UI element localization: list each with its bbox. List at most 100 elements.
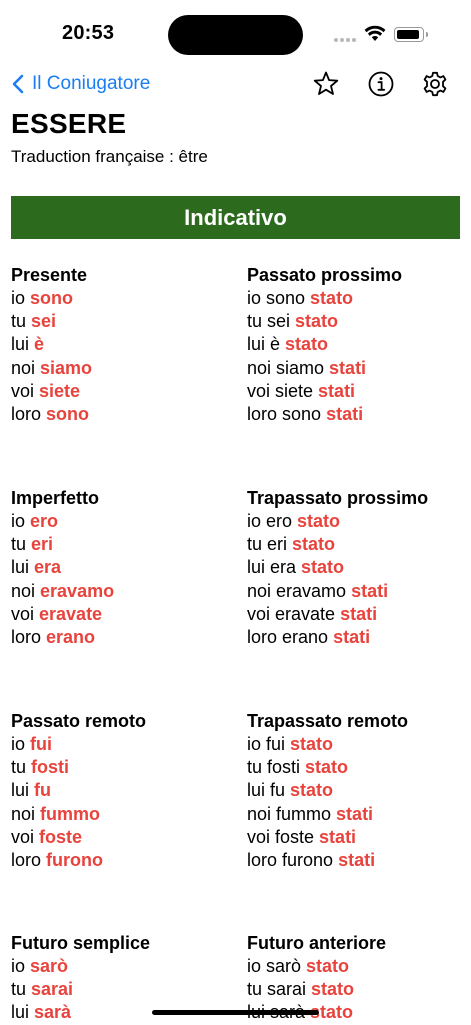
conjugation-line: io fui [11, 734, 53, 754]
tense-name: Futuro semplice [11, 933, 151, 953]
conjugation-line: tu fosti [11, 757, 70, 778]
conjugation-line: voi eravate stati [247, 603, 378, 624]
conjugated-form: stati [338, 849, 376, 870]
back-button-label: Il Coniugatore [32, 73, 151, 94]
conjugation-line: tu sarai [11, 979, 74, 1000]
conjugated-form: stato [311, 979, 355, 1000]
home-indicator[interactable] [152, 1010, 319, 1015]
conjugated-form: stati [318, 380, 356, 401]
conjugated-form: stati [329, 357, 367, 378]
tense-name: Trapassato remoto [247, 711, 409, 731]
battery-icon [394, 27, 428, 42]
conjugated-form: stati [333, 626, 371, 647]
conjugation-line: noi siamo stati [247, 357, 367, 378]
conjugation-line: lui fu [11, 780, 52, 801]
conjugation-line: noi eravamo stati [247, 580, 389, 601]
conjugated-form: stato [295, 311, 339, 332]
conjugation-line: voi foste stati [247, 826, 357, 847]
status-time: 20:53 [62, 22, 115, 44]
conjugated-form: è [34, 334, 45, 355]
conjugation-line: tu sarai stato [247, 979, 355, 1000]
conjugation-line: lui fu stato [247, 780, 334, 801]
conjugation-line: io sono [11, 288, 74, 308]
conjugation-line: io fui stato [247, 734, 334, 754]
star-outline-icon[interactable] [312, 70, 340, 98]
conjugation-line: noi siamo [11, 357, 93, 378]
conjugated-form: foste [39, 826, 83, 847]
verb-title: ESSERE [11, 108, 127, 139]
conjugation-line: voi foste [11, 826, 83, 847]
conjugated-form: stato [292, 534, 336, 555]
conjugation-line: lui è [11, 334, 45, 355]
conjugated-form: stato [285, 334, 329, 355]
conjugated-form: eravate [39, 603, 103, 624]
conjugation-line: io sarò [11, 956, 69, 976]
navigation-bar: Il Coniugatore [0, 66, 471, 102]
wifi-icon [364, 25, 386, 41]
dynamic-island [168, 15, 303, 55]
back-button[interactable]: Il Coniugatore [12, 70, 150, 98]
status-bar: 20:53 [0, 0, 471, 64]
verb-translation: Traduction française : être [11, 147, 208, 166]
conjugation-line: tu sei [11, 311, 57, 332]
conjugated-form: sono [46, 403, 90, 424]
conjugation-line: loro furono stati [247, 849, 376, 870]
tense-block-passato-prossimo: Passato prossimo io sono stato tu sei st… [247, 264, 471, 426]
conjugated-form: stato [310, 288, 354, 308]
conjugated-form: siete [39, 380, 81, 401]
conjugated-form: siamo [40, 357, 93, 378]
conjugated-form: furono [46, 849, 103, 870]
tense-block-trapassato-prossimo: Trapassato prossimo io ero stato tu eri … [247, 487, 471, 649]
conjugated-form: stato [305, 757, 349, 778]
conjugated-form: stati [319, 826, 357, 847]
conjugation-line: loro erano stati [247, 626, 371, 647]
tense-name: Imperfetto [11, 488, 100, 508]
tense-block-trapassato-remoto: Trapassato remoto io fui stato tu fosti … [247, 710, 471, 872]
conjugated-form: fui [30, 734, 53, 754]
conjugated-form: stati [340, 603, 378, 624]
conjugation-line: tu sei stato [247, 311, 339, 332]
tense-name: Trapassato prossimo [247, 488, 429, 508]
chevron-left-icon [12, 74, 24, 94]
conjugated-form: eravamo [40, 580, 115, 601]
conjugated-form: eri [31, 534, 54, 555]
conjugation-line: tu fosti stato [247, 757, 349, 778]
conjugated-form: ero [30, 511, 59, 531]
conjugated-form: stati [326, 403, 364, 424]
conjugated-form: fosti [31, 757, 70, 778]
conjugation-line: lui era stato [247, 557, 345, 578]
conjugated-form: sono [30, 288, 74, 308]
conjugation-line: noi fummo stati [247, 803, 374, 824]
tense-name: Futuro anteriore [247, 933, 387, 953]
conjugated-form: era [34, 557, 62, 578]
conjugation-line: voi siete stati [247, 380, 356, 401]
conjugated-form: sarò [30, 956, 69, 976]
conjugated-form: stato [297, 511, 341, 531]
conjugation-line: loro sono [11, 403, 90, 424]
tense-block-passato-remoto: Passato remoto io fui tu fosti lui fu no… [11, 710, 236, 872]
conjugation-line: loro erano [11, 626, 96, 647]
conjugated-form: sei [31, 311, 57, 332]
conjugated-form: stato [306, 956, 350, 976]
conjugated-form: fu [34, 780, 52, 801]
conjugation-line: lui è stato [247, 334, 329, 355]
conjugation-line: voi siete [11, 380, 81, 401]
conjugated-form: stato [301, 557, 345, 578]
conjugation-line: tu eri [11, 534, 54, 555]
conjugation-line: io sono stato [247, 288, 354, 308]
gear-icon[interactable] [421, 70, 449, 98]
conjugated-form: erano [46, 626, 96, 647]
tense-block-presente: Presente io sono tu sei lui è noi siamo … [11, 264, 236, 426]
cellular-signal-icon [334, 36, 358, 42]
section-header-indicativo: Indicativo [11, 196, 460, 239]
conjugation-line: io ero [11, 511, 59, 531]
conjugation-line: noi eravamo [11, 580, 115, 601]
conjugated-form: sarai [31, 979, 74, 1000]
conjugation-line: noi fummo [11, 803, 101, 824]
info-circle-icon[interactable] [367, 70, 395, 98]
conjugated-form: stati [351, 580, 389, 601]
conjugation-line: io ero stato [247, 511, 341, 531]
conjugated-form: stati [336, 803, 374, 824]
conjugation-line: tu eri stato [247, 534, 336, 555]
tense-block-imperfetto: Imperfetto io ero tu eri lui era noi era… [11, 487, 236, 649]
